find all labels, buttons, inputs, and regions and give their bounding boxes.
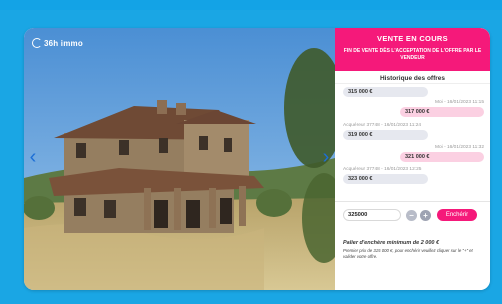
sale-status-header: VENTE EN COURS FIN DE VENTE DÈS L'ACCEPT… (335, 28, 490, 71)
offer-amount: 317 000 € (400, 107, 484, 117)
offer-item: Moi - 16/01/2023 11:15 317 000 € (335, 98, 490, 120)
auction-panel: VENTE EN COURS FIN DE VENTE DÈS L'ACCEPT… (335, 28, 490, 290)
place-bid-button[interactable]: Enchérir (437, 209, 477, 221)
next-photo-button[interactable]: › (319, 146, 333, 168)
bid-info: Palier d'enchère minimum de 2 000 € Prem… (343, 240, 485, 260)
bid-hint-text: Premier prix de 315 000 €, pour enchérir… (343, 248, 473, 259)
top-banner-strip (0, 0, 502, 10)
listing-card: 36h immo ‹ › VENTE EN COURS FIN DE VENTE… (24, 28, 490, 290)
property-photo[interactable]: 36h immo ‹ › (24, 28, 335, 290)
offer-item: 315 000 € (335, 86, 490, 98)
offer-amount: 319 000 € (343, 130, 428, 140)
offer-history-title: Historique des offres (335, 73, 490, 84)
offer-meta: Acquéreur 37748 - 16/01/2023 12:25 (343, 167, 422, 172)
bid-amount-input[interactable] (343, 209, 401, 221)
increase-bid-button[interactable]: + (420, 209, 431, 221)
sale-status-title: VENTE EN COURS (377, 34, 448, 43)
offer-item: Acquéreur 37748 - 16/01/2023 12:25 323 0… (335, 164, 490, 186)
property-photo-image (24, 28, 335, 290)
offer-item: Acquéreur 37748 - 16/01/2023 11:24 319 0… (335, 120, 490, 142)
sale-status-subtitle: FIN DE VENTE DÈS L'ACCEPTATION DE L'OFFR… (343, 48, 482, 61)
offer-amount: 321 000 € (400, 152, 484, 162)
previous-photo-button[interactable]: ‹ (26, 146, 40, 168)
logo-ring-icon (32, 38, 42, 48)
chevron-right-icon: › (322, 146, 330, 168)
logo-text: 36h immo (44, 38, 83, 48)
offer-meta: Moi - 16/01/2023 11:32 (435, 145, 484, 150)
offer-item: Moi - 16/01/2023 11:32 321 000 € (335, 142, 490, 164)
offer-meta: Moi - 16/01/2023 11:15 (435, 100, 484, 105)
chevron-left-icon: ‹ (29, 146, 37, 168)
panel-divider (335, 201, 490, 202)
brand-logo: 36h immo (32, 38, 83, 48)
bid-controls: − + Enchérir (343, 208, 485, 222)
offer-history-list: 315 000 € Moi - 16/01/2023 11:15 317 000… (335, 84, 490, 186)
decrease-bid-button[interactable]: − (406, 209, 417, 221)
offer-meta: Acquéreur 37748 - 16/01/2023 11:24 (343, 123, 422, 128)
minimum-step-text: Palier d'enchère minimum de 2 000 € (343, 240, 440, 246)
offer-amount: 315 000 € (343, 87, 428, 97)
offer-amount: 323 000 € (343, 174, 428, 184)
